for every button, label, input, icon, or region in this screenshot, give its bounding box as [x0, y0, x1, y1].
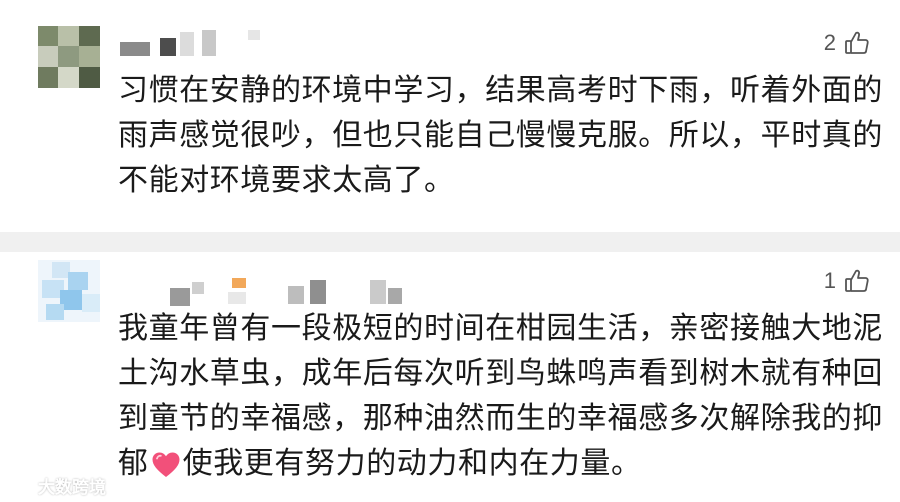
- comment-divider: [0, 232, 900, 252]
- comment-2: 1 我童年曾有一段极短的时间在柑园生活，亲密接触大地泥土沟水草虫，成年后每次听到…: [0, 252, 900, 502]
- like-count: 2: [823, 30, 836, 55]
- like-button[interactable]: 2: [824, 30, 870, 56]
- brand-logo-icon: [8, 476, 34, 496]
- thumbs-up-icon: [844, 268, 870, 294]
- comment-text: 我童年曾有一段极短的时间在柑园生活，亲密接触大地泥土沟水草虫，成年后每次听到鸟蛛…: [118, 306, 888, 492]
- avatar[interactable]: [38, 260, 100, 322]
- thumbs-up-icon: [844, 30, 870, 56]
- comment-text-part-2: 使我更有努力的动力和内在力量。: [182, 446, 642, 481]
- like-count: 1: [823, 268, 836, 293]
- watermark: 大数跨境: [8, 473, 106, 498]
- username-obscured[interactable]: [120, 28, 280, 58]
- heart-emoji-icon: [151, 447, 181, 492]
- comment-text: 习惯在安静的环境中学习，结果高考时下雨，听着外面的雨声感觉很吵，但也只能自己慢慢…: [118, 73, 883, 198]
- comment-1: 2 习惯在安静的环境中学习，结果高考时下雨，听着外面的雨声感觉很吵，但也只能自己…: [0, 0, 900, 232]
- watermark-text: 大数跨境: [38, 478, 106, 498]
- avatar[interactable]: [38, 26, 100, 88]
- like-button[interactable]: 1: [824, 268, 870, 294]
- username-obscured[interactable]: [170, 274, 430, 306]
